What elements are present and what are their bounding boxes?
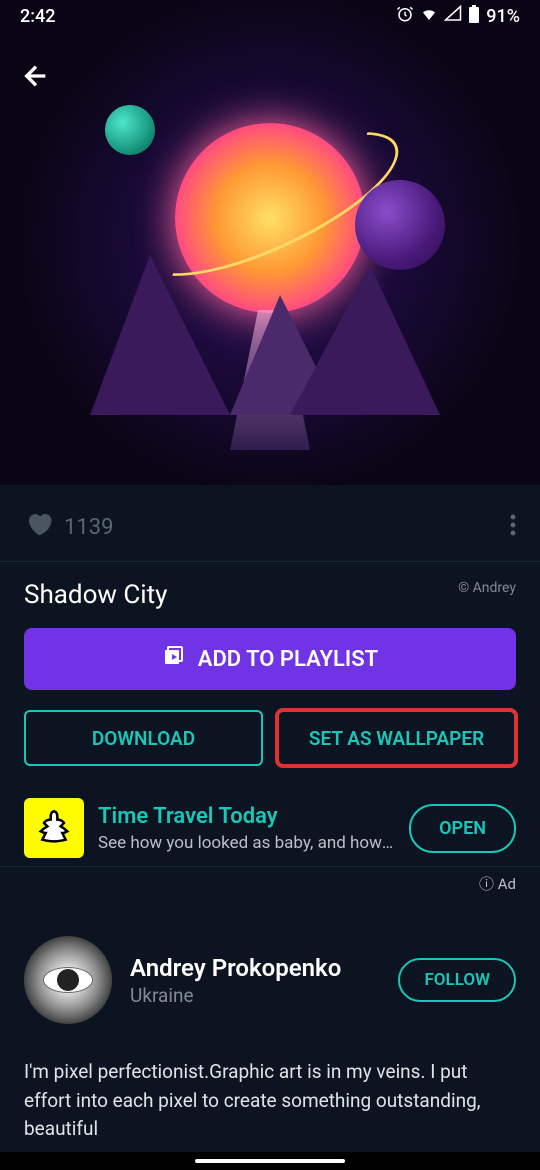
like-count: 1139 xyxy=(64,515,113,540)
ad-subtitle: See how you looked as baby, and how y… xyxy=(98,833,395,853)
ad-app-icon[interactable] xyxy=(24,798,84,858)
ad-open-label: OPEN xyxy=(439,818,486,839)
battery-percent: 91% xyxy=(486,6,520,27)
add-to-playlist-label: ADD TO PLAYLIST xyxy=(198,647,378,672)
copyright-label: © Andrey xyxy=(458,580,516,596)
add-to-playlist-button[interactable]: ADD TO PLAYLIST xyxy=(24,628,516,690)
like-button[interactable]: 1139 xyxy=(24,509,113,545)
artist-location: Ukraine xyxy=(130,984,380,1007)
ad-title[interactable]: Time Travel Today xyxy=(98,804,395,829)
ad-open-button[interactable]: OPEN xyxy=(409,804,516,853)
artist-bio: I'm pixel perfectionist.Graphic art is i… xyxy=(0,1038,540,1164)
battery-icon xyxy=(468,5,480,28)
signal-icon xyxy=(444,5,462,28)
set-wallpaper-label: SET AS WALLPAPER xyxy=(309,727,484,750)
nav-handle[interactable] xyxy=(195,1159,345,1163)
wallpaper-preview xyxy=(0,0,540,485)
artist-name[interactable]: Andrey Prokopenko xyxy=(130,954,380,982)
follow-button[interactable]: FOLLOW xyxy=(398,958,516,1002)
set-as-wallpaper-button[interactable]: SET AS WALLPAPER xyxy=(277,710,516,766)
status-bar: 2:42 91% xyxy=(0,0,540,32)
ad-indicator: ⓘ Ad xyxy=(0,867,540,906)
playlist-icon xyxy=(162,644,186,674)
follow-label: FOLLOW xyxy=(424,970,490,990)
system-nav-bar[interactable] xyxy=(0,1152,540,1170)
artist-avatar[interactable] xyxy=(24,936,112,1024)
heart-icon xyxy=(24,509,54,545)
alarm-icon xyxy=(396,5,414,28)
wallpaper-title: Shadow City xyxy=(24,580,167,610)
back-button[interactable] xyxy=(20,60,52,96)
wifi-icon xyxy=(420,5,438,28)
status-indicators: 91% xyxy=(396,5,520,28)
status-time: 2:42 xyxy=(20,6,55,27)
more-menu-button[interactable] xyxy=(510,513,516,541)
download-label: DOWNLOAD xyxy=(92,727,195,750)
download-button[interactable]: DOWNLOAD xyxy=(24,710,263,766)
